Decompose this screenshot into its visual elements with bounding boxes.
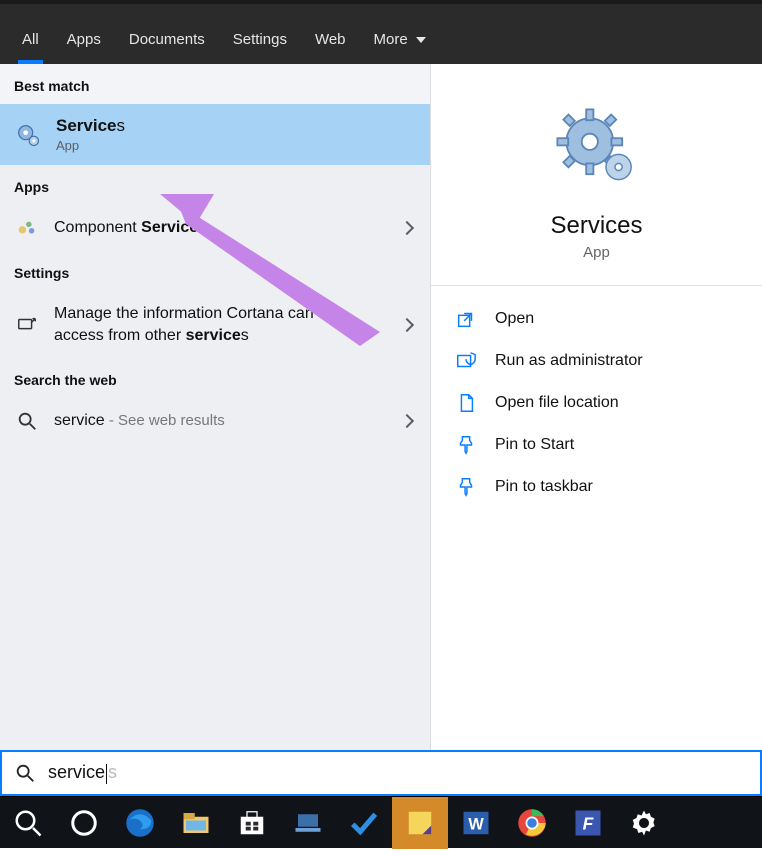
svg-text:F: F xyxy=(583,813,595,833)
best-sub: App xyxy=(56,138,125,153)
taskbar-word-button[interactable]: W xyxy=(448,797,504,849)
tab-apps[interactable]: Apps xyxy=(53,19,115,64)
chevron-right-icon xyxy=(400,318,414,332)
detail-title: Services xyxy=(431,212,762,240)
chevron-right-icon xyxy=(400,221,414,235)
search-text: services xyxy=(48,762,117,783)
cortana-line2-bold: service xyxy=(186,327,241,344)
taskbar-app-f-button[interactable]: F xyxy=(560,797,616,849)
tab-all[interactable]: All xyxy=(8,19,53,64)
admin-shield-icon xyxy=(455,350,477,372)
search-icon xyxy=(14,410,40,432)
taskbar-settings-button[interactable] xyxy=(616,797,672,849)
action-pin-start[interactable]: Pin to Start xyxy=(431,424,762,466)
text-cursor xyxy=(106,764,107,784)
taskbar-cortana-button[interactable] xyxy=(56,797,112,849)
component-services-icon xyxy=(14,217,40,239)
component-pre: Component xyxy=(54,219,141,236)
action-run-administrator[interactable]: Run as administrator xyxy=(431,340,762,382)
taskbar-laptop-app-button[interactable] xyxy=(280,797,336,849)
cortana-services-icon xyxy=(14,314,40,336)
result-component-services[interactable]: Component Services xyxy=(0,205,430,251)
best-match-result[interactable]: Services App xyxy=(0,104,430,165)
chevron-down-icon xyxy=(416,37,426,43)
taskbar-file-explorer-button[interactable] xyxy=(168,797,224,849)
file-location-icon xyxy=(455,392,477,414)
open-icon xyxy=(455,308,477,330)
best-title-bold: Service xyxy=(56,116,117,135)
details-panel: Services App Open Run as administrator O… xyxy=(430,64,762,750)
results-panel: Best match Services App Apps Component S… xyxy=(0,64,430,750)
best-match-text: Services App xyxy=(56,116,125,153)
detail-sub: App xyxy=(431,244,762,261)
detail-separator xyxy=(431,285,762,286)
taskbar-sticky-notes-button[interactable] xyxy=(392,797,448,849)
action-pin-taskbar[interactable]: Pin to taskbar xyxy=(431,466,762,508)
web-term: service xyxy=(54,412,105,429)
search-category-tabs: All Apps Documents Settings Web More xyxy=(0,0,762,64)
action-open[interactable]: Open xyxy=(431,298,762,340)
action-open-file-location[interactable]: Open file location xyxy=(431,382,762,424)
search-autocomplete-ghost: s xyxy=(108,762,117,782)
taskbar-todo-button[interactable] xyxy=(336,797,392,849)
component-suf: s xyxy=(198,219,206,236)
cortana-line2-pre: access from other xyxy=(54,327,186,344)
section-search-web: Search the web xyxy=(0,358,430,398)
search-typed: service xyxy=(48,762,105,782)
taskbar: W F xyxy=(0,796,762,848)
search-icon xyxy=(14,762,36,784)
action-open-label: Open xyxy=(495,310,534,328)
action-pin-taskbar-label: Pin to taskbar xyxy=(495,478,593,496)
svg-text:W: W xyxy=(468,815,484,833)
cortana-line1: Manage the information Cortana can xyxy=(54,305,314,322)
tab-more-label: More xyxy=(374,31,408,48)
pin-taskbar-icon xyxy=(455,476,477,498)
taskbar-store-button[interactable] xyxy=(224,797,280,849)
search-input[interactable]: services xyxy=(0,750,762,796)
tab-more[interactable]: More xyxy=(360,19,440,64)
component-bold: Service xyxy=(141,219,198,236)
action-run-admin-label: Run as administrator xyxy=(495,352,643,370)
best-title-suffix: s xyxy=(117,116,126,135)
result-cortana-setting[interactable]: Manage the information Cortana can acces… xyxy=(0,291,430,358)
chevron-right-icon xyxy=(400,414,414,428)
taskbar-chrome-button[interactable] xyxy=(504,797,560,849)
taskbar-edge-button[interactable] xyxy=(112,797,168,849)
tab-documents[interactable]: Documents xyxy=(115,19,219,64)
services-large-gear-icon xyxy=(552,104,642,194)
taskbar-search-button[interactable] xyxy=(0,797,56,849)
action-open-loc-label: Open file location xyxy=(495,394,619,412)
tab-web[interactable]: Web xyxy=(301,19,360,64)
pin-start-icon xyxy=(455,434,477,456)
web-suffix: - See web results xyxy=(105,412,225,429)
section-best-match: Best match xyxy=(0,64,430,104)
cortana-line2-suf: s xyxy=(241,327,249,344)
action-pin-start-label: Pin to Start xyxy=(495,436,574,454)
services-gear-icon xyxy=(14,121,42,149)
section-settings: Settings xyxy=(0,251,430,291)
tab-settings[interactable]: Settings xyxy=(219,19,301,64)
section-apps: Apps xyxy=(0,165,430,205)
result-web-search[interactable]: service - See web results xyxy=(0,398,430,444)
